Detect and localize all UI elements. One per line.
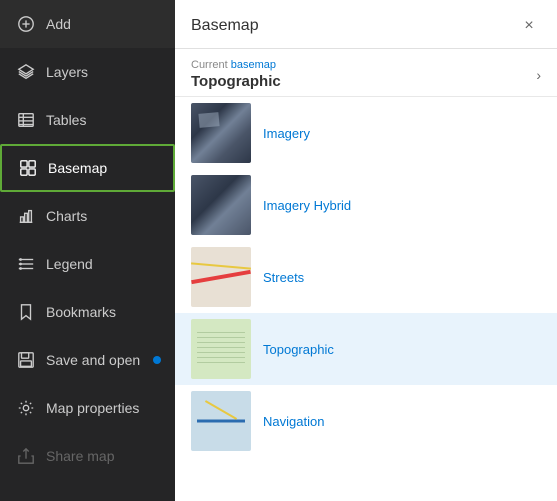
sidebar-item-charts[interactable]: Charts bbox=[0, 192, 175, 240]
basemap-thumbnail-imagery bbox=[191, 103, 251, 163]
gear-icon bbox=[16, 398, 36, 418]
basemap-icon bbox=[18, 158, 38, 178]
sidebar-item-layers-label: Layers bbox=[46, 64, 88, 80]
sidebar-item-share-map[interactable]: Share map bbox=[0, 432, 175, 480]
sidebar-item-charts-label: Charts bbox=[46, 208, 87, 224]
basemap-item-streets[interactable]: Streets bbox=[175, 241, 557, 313]
sidebar-item-map-properties[interactable]: Map properties bbox=[0, 384, 175, 432]
sidebar-item-legend-label: Legend bbox=[46, 256, 93, 272]
basemap-list: Imagery Imagery Hybrid Streets Topograph… bbox=[175, 97, 557, 501]
save-and-open-dot bbox=[153, 356, 161, 364]
current-basemap-name: Topographic bbox=[191, 73, 281, 90]
sidebar-item-legend[interactable]: Legend bbox=[0, 240, 175, 288]
sidebar-item-bookmarks-label: Bookmarks bbox=[46, 304, 116, 320]
sidebar-item-share-map-label: Share map bbox=[46, 448, 114, 464]
basemap-thumbnail-imagery-hybrid bbox=[191, 175, 251, 235]
legend-icon bbox=[16, 254, 36, 274]
basemap-name-topographic: Topographic bbox=[263, 342, 334, 357]
panel-header: Basemap × bbox=[175, 0, 557, 49]
current-basemap-info: Current basemap Topographic bbox=[191, 59, 281, 90]
basemap-item-imagery-hybrid[interactable]: Imagery Hybrid bbox=[175, 169, 557, 241]
close-button[interactable]: × bbox=[517, 14, 541, 38]
layers-icon bbox=[16, 62, 36, 82]
basemap-item-navigation[interactable]: Navigation bbox=[175, 385, 557, 457]
current-basemap-highlight: basemap bbox=[231, 59, 276, 71]
panel-title: Basemap bbox=[191, 17, 259, 35]
sidebar-item-tables[interactable]: Tables bbox=[0, 96, 175, 144]
plus-circle-icon bbox=[16, 14, 36, 34]
basemap-item-topographic[interactable]: Topographic bbox=[175, 313, 557, 385]
chevron-right-icon: › bbox=[536, 67, 541, 83]
sidebar-item-layers[interactable]: Layers bbox=[0, 48, 175, 96]
table-icon bbox=[16, 110, 36, 130]
basemap-item-imagery[interactable]: Imagery bbox=[175, 97, 557, 169]
basemap-name-imagery-hybrid: Imagery Hybrid bbox=[263, 198, 351, 213]
bookmarks-icon bbox=[16, 302, 36, 322]
sidebar-item-save-and-open-label: Save and open bbox=[46, 352, 140, 368]
current-basemap-row[interactable]: Current basemap Topographic › bbox=[175, 49, 557, 97]
basemap-thumbnail-navigation bbox=[191, 391, 251, 451]
basemap-thumbnail-topographic bbox=[191, 319, 251, 379]
save-icon bbox=[16, 350, 36, 370]
sidebar-item-add-label: Add bbox=[46, 16, 71, 32]
sidebar-item-tables-label: Tables bbox=[46, 112, 86, 128]
sidebar-item-map-properties-label: Map properties bbox=[46, 400, 139, 416]
sidebar-item-add[interactable]: Add bbox=[0, 0, 175, 48]
basemap-name-navigation: Navigation bbox=[263, 414, 324, 429]
share-icon bbox=[16, 446, 36, 466]
sidebar-item-bookmarks[interactable]: Bookmarks bbox=[0, 288, 175, 336]
sidebar-item-save-and-open[interactable]: Save and open bbox=[0, 336, 175, 384]
sidebar-item-basemap-label: Basemap bbox=[48, 160, 107, 176]
basemap-panel: Basemap × Current basemap Topographic › … bbox=[175, 0, 557, 501]
basemap-name-streets: Streets bbox=[263, 270, 304, 285]
sidebar-item-basemap[interactable]: Basemap bbox=[0, 144, 175, 192]
sidebar: Add Layers Tables bbox=[0, 0, 175, 501]
charts-icon bbox=[16, 206, 36, 226]
basemap-thumbnail-streets bbox=[191, 247, 251, 307]
current-basemap-label: Current basemap bbox=[191, 59, 281, 71]
basemap-name-imagery: Imagery bbox=[263, 126, 310, 141]
